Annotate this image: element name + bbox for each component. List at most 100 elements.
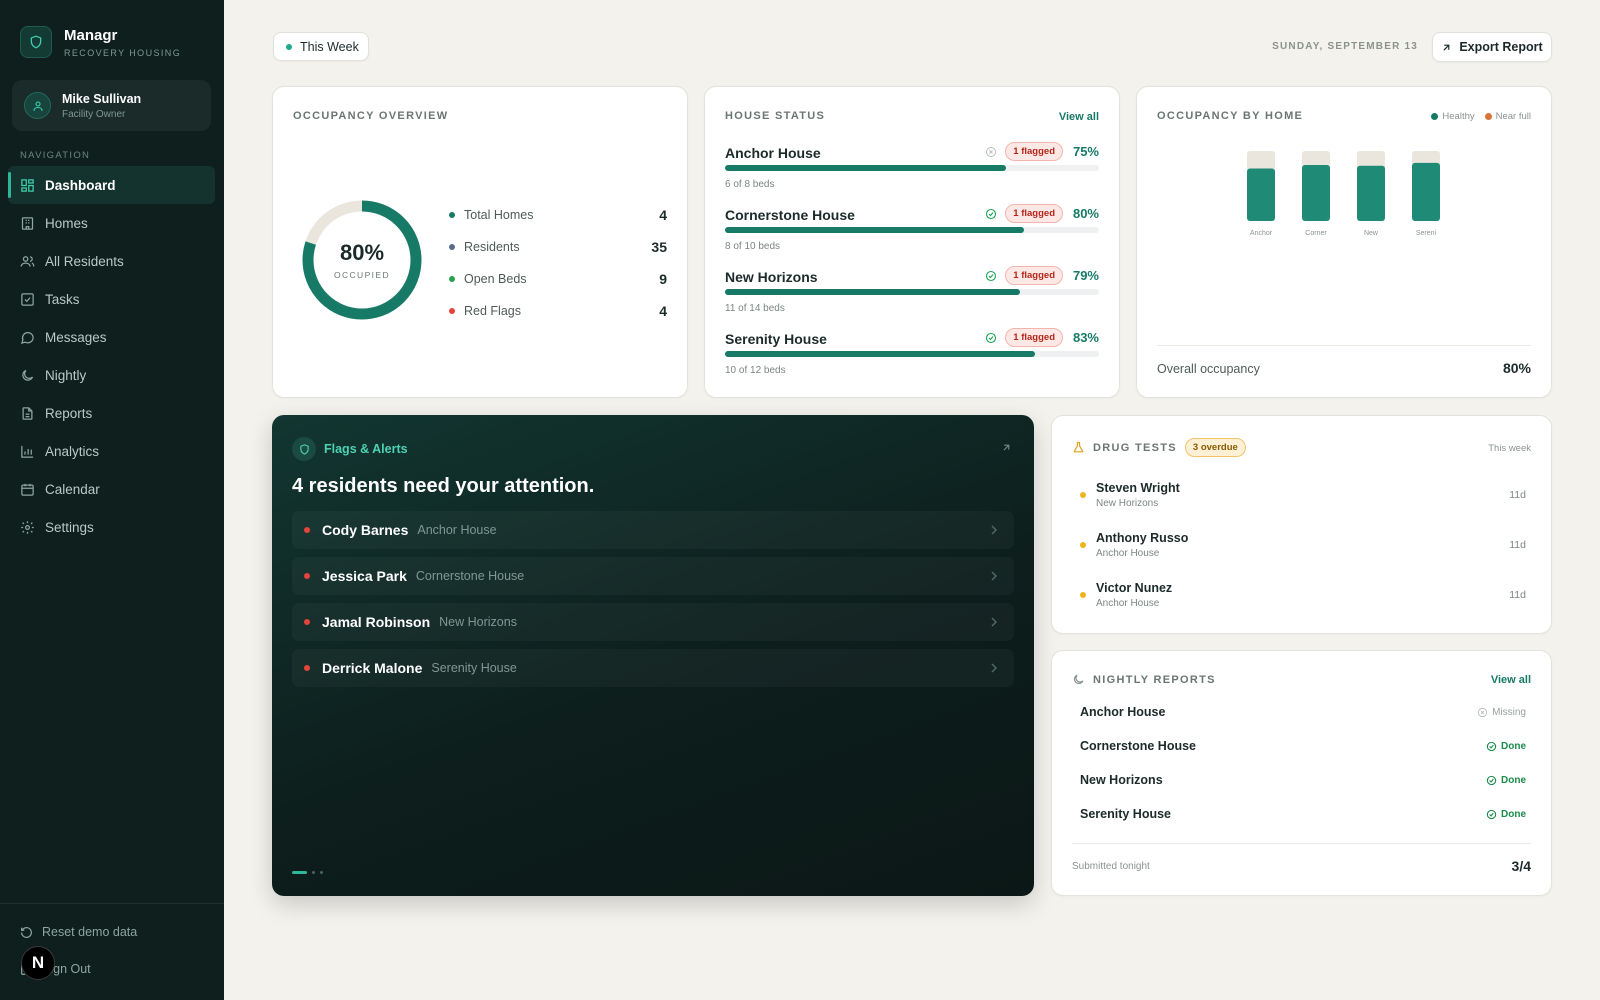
circle-check-icon: [986, 270, 997, 281]
sidebar-item-analytics[interactable]: Analytics: [8, 432, 215, 470]
sidebar-item-label: Nightly: [45, 367, 87, 383]
resident-name: Steven Wright: [1096, 481, 1180, 495]
drug-tests-header: DRUG TESTS 3 overdue: [1072, 438, 1246, 457]
legend-label: Near full: [1495, 111, 1531, 122]
brand[interactable]: Managr RECOVERY HOUSING: [20, 26, 181, 58]
house-percent: 79%: [1072, 268, 1099, 283]
sidebar-divider: [0, 903, 224, 904]
house-name: Cornerstone House: [1080, 739, 1196, 753]
shield-icon: [292, 437, 316, 461]
card-title: NIGHTLY REPORTS: [1093, 673, 1216, 686]
house-name: Anchor House: [725, 145, 821, 161]
check-square-icon: [21, 292, 34, 306]
alert-item[interactable]: Derrick Malone Serenity House: [292, 649, 1014, 687]
stat-label: Total Homes: [464, 208, 534, 222]
bar-label: New: [1364, 230, 1379, 237]
pager-dot[interactable]: [320, 871, 323, 874]
nightly-view-all-link[interactable]: View all: [1491, 674, 1531, 686]
stat-open-beds: Open Beds 9: [449, 263, 667, 295]
circle-x-icon: [1478, 707, 1488, 717]
user-card[interactable]: Mike Sullivan Facility Owner: [12, 80, 211, 131]
alert-dot: [304, 665, 310, 671]
occupancy-bar: [725, 289, 1099, 295]
house-beds: 10 of 12 beds: [725, 365, 786, 376]
sidebar-item-messages[interactable]: Messages: [8, 318, 215, 356]
drug-tests-period: This week: [1488, 443, 1531, 454]
alert-item[interactable]: Cody Barnes Anchor House: [292, 511, 1014, 549]
bar-sereni[interactable]: [1412, 162, 1440, 221]
alert-item[interactable]: Jamal Robinson New Horizons: [292, 603, 1014, 641]
nightly-report-item[interactable]: Serenity House Done: [1080, 797, 1526, 831]
house-percent: 83%: [1072, 330, 1099, 345]
sidebar-item-nightly[interactable]: Nightly: [8, 356, 215, 394]
occupancy-bar-fill: [725, 289, 1021, 295]
pager-dot[interactable]: [312, 871, 315, 874]
flag-badge: 1 flagged: [1005, 142, 1063, 161]
sidebar-item-all-residents[interactable]: All Residents: [8, 242, 215, 280]
house-percent: 80%: [1072, 206, 1099, 221]
nightly-report-item[interactable]: Cornerstone House Done: [1080, 729, 1526, 763]
alert-house: Cornerstone House: [415, 569, 525, 583]
nav: Dashboard Homes All Residents Tasks Mess…: [8, 166, 215, 546]
pager-dot-active[interactable]: [292, 871, 307, 874]
drug-test-list: Steven Wright New Horizons 11d Anthony R…: [1080, 470, 1526, 620]
sidebar-item-tasks[interactable]: Tasks: [8, 280, 215, 318]
bar-new[interactable]: [1357, 165, 1385, 221]
bar-anchor[interactable]: [1247, 168, 1275, 222]
arrow-up-right-icon[interactable]: [1001, 442, 1012, 453]
alert-house: New Horizons: [439, 615, 517, 629]
alert-name: Derrick Malone: [322, 660, 423, 676]
resident-house: New Horizons: [1096, 498, 1159, 509]
calendar-icon: [21, 483, 34, 496]
alert-item[interactable]: Jessica Park Cornerstone House: [292, 557, 1014, 595]
nightly-report-item[interactable]: Anchor House Missing: [1080, 695, 1526, 729]
refresh-icon: [21, 926, 32, 938]
user-role: Facility Owner: [62, 108, 126, 120]
alert-dot: [304, 619, 310, 625]
house-row-new-horizons[interactable]: New Horizons 1 flagged 79% 11 of 14 beds: [725, 263, 1099, 317]
sidebar-item-label: Analytics: [45, 443, 100, 459]
sidebar-item-label: Tasks: [45, 291, 80, 307]
house-row-serenity[interactable]: Serenity House 1 flagged 83% 10 of 12 be…: [725, 325, 1099, 379]
sidebar-item-label: Dashboard: [45, 177, 116, 193]
sidebar-item-calendar[interactable]: Calendar: [8, 470, 215, 508]
stat-label: Residents: [464, 240, 520, 254]
submitted-tonight-value: 3/4: [1511, 858, 1531, 874]
chevron-right-icon: [991, 525, 998, 535]
occupancy-label: OCCUPIED: [333, 270, 391, 280]
nightly-header: NIGHTLY REPORTS: [1072, 673, 1216, 686]
sidebar-item-dashboard[interactable]: Dashboard: [8, 166, 215, 204]
drug-test-item[interactable]: Anthony Russo Anchor House 11d: [1080, 520, 1526, 570]
donut-center: 80% OCCUPIED: [301, 199, 423, 321]
nightly-report-item[interactable]: New Horizons Done: [1080, 763, 1526, 797]
gear-icon: [21, 520, 34, 534]
sidebar-item-homes[interactable]: Homes: [8, 204, 215, 242]
legend-item-healthy: Healthy: [1431, 111, 1475, 122]
user-name: Mike Sullivan: [62, 91, 142, 106]
legend-dot: [1484, 113, 1492, 120]
house-status-view-all-link[interactable]: View all: [1059, 111, 1099, 123]
stat-label: Red Flags: [464, 304, 521, 318]
brand-subtitle: RECOVERY HOUSING: [64, 47, 182, 58]
sidebar-item-reports[interactable]: Reports: [8, 394, 215, 432]
drug-test-item[interactable]: Victor Nunez Anchor House 11d: [1080, 570, 1526, 620]
house-beds: 8 of 10 beds: [725, 241, 781, 252]
report-status: Done: [1486, 775, 1526, 786]
house-row-cornerstone[interactable]: Cornerstone House 1 flagged 80% 8 of 10 …: [725, 201, 1099, 255]
house-row-anchor[interactable]: Anchor House 1 flagged 75% 6 of 8 beds: [725, 139, 1099, 193]
overall-occupancy-value: 80%: [1502, 360, 1531, 376]
report-status: Missing: [1477, 707, 1526, 718]
card-title: DRUG TESTS: [1093, 441, 1177, 454]
export-report-button[interactable]: Export Report: [1432, 32, 1552, 62]
overdue-badge: 3 overdue: [1184, 438, 1246, 457]
days-overdue: 11d: [1509, 589, 1526, 601]
week-filter[interactable]: This Week: [273, 32, 369, 61]
reset-demo-button[interactable]: Reset demo data: [20, 925, 137, 939]
bar-corner[interactable]: [1302, 165, 1330, 221]
sidebar-item-settings[interactable]: Settings: [8, 508, 215, 546]
chevron-right-icon: [991, 571, 998, 581]
occupancy-bar: [725, 351, 1099, 357]
card-divider: [1157, 345, 1531, 346]
drug-test-item[interactable]: Steven Wright New Horizons 11d: [1080, 470, 1526, 520]
framework-badge[interactable]: N: [21, 946, 55, 980]
